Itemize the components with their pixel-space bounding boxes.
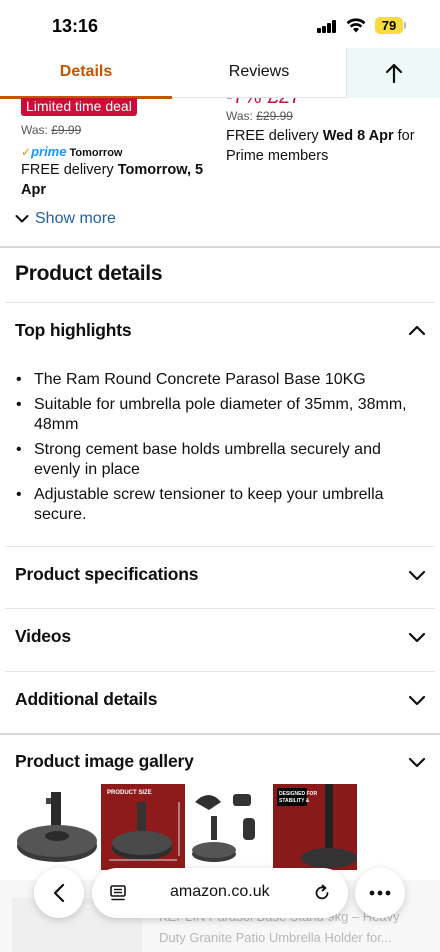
prime-badge: ✓prime Tomorrow — [21, 144, 123, 159]
gallery-thumbnail[interactable]: DESIGNED FOR STABILITY & — [273, 784, 357, 870]
chevron-down-icon — [408, 570, 426, 581]
wifi-icon — [346, 18, 366, 33]
highlight-item: Suitable for umbrella pole diameter of 3… — [15, 395, 415, 436]
more-dots-icon — [369, 890, 391, 896]
limited-deal-badge: Limited time deal — [21, 98, 137, 116]
deal-section: Limited time deal -7% £27 Was: £9.99 ✓pr… — [0, 98, 440, 246]
show-more-label: Show more — [35, 210, 116, 227]
highlights-list: The Ram Round Concrete Parasol Base 10KG… — [15, 370, 415, 530]
chevron-down-icon — [408, 757, 426, 768]
tab-details[interactable]: Details — [0, 48, 172, 99]
section-divider — [0, 733, 440, 735]
was-value: £9.99 — [51, 123, 82, 137]
tab-details-label: Details — [59, 63, 113, 80]
was-label: Was: — [21, 123, 48, 137]
section-divider — [0, 246, 440, 248]
gallery-thumbnail[interactable] — [15, 784, 99, 870]
delivery-right: FREE delivery Wed 8 Apr for Prime member… — [226, 126, 431, 166]
tab-reviews[interactable]: Reviews — [172, 48, 346, 98]
videos-heading: Videos — [15, 626, 71, 646]
battery-indicator: 79 — [375, 17, 403, 34]
delivery-date: Wed 8 Apr — [322, 128, 394, 144]
chevron-down-icon — [408, 632, 426, 643]
top-highlights-heading: Top highlights — [15, 320, 132, 340]
status-bar: 13:16 79 — [0, 0, 440, 50]
gallery-thumbnail[interactable] — [187, 784, 271, 870]
show-more-link[interactable]: Show more — [15, 210, 116, 228]
image-gallery-heading: Product image gallery — [15, 751, 194, 771]
gallery-thumb-label: DESIGNED FOR — [279, 791, 317, 797]
arrow-up-icon — [385, 63, 402, 84]
highlight-item: The Ram Round Concrete Parasol Base 10KG — [15, 370, 415, 391]
product-specifications-heading: Product specifications — [15, 564, 199, 584]
status-time: 13:16 — [52, 16, 99, 36]
chevron-left-icon — [53, 883, 65, 903]
prime-day: Tomorrow — [69, 147, 123, 159]
address-bar[interactable]: amazon.co.uk — [92, 868, 348, 918]
url-text: amazon.co.uk — [170, 883, 270, 900]
back-button[interactable] — [34, 868, 84, 918]
delivery-prefix: FREE delivery — [21, 162, 118, 178]
highlight-item: Adjustable screw tensioner to keep your … — [15, 485, 415, 526]
additional-details-heading: Additional details — [15, 689, 158, 709]
reload-icon[interactable] — [312, 883, 332, 903]
divider — [5, 671, 435, 672]
was-value: £29.99 — [256, 109, 293, 123]
tab-bar: Details Reviews — [0, 48, 440, 99]
was-price-left: Was: £9.99 — [21, 123, 81, 137]
highlight-item: Strong cement base holds umbrella secure… — [15, 440, 415, 481]
page-menu-icon[interactable] — [108, 883, 128, 903]
battery-tip — [404, 22, 406, 29]
prime-check-icon: ✓ — [21, 145, 32, 159]
chevron-down-icon — [15, 214, 29, 223]
was-label: Was: — [226, 109, 253, 123]
gallery-thumbnail[interactable]: PRODUCT SIZE — [101, 784, 185, 870]
product-details-title: Product details — [15, 262, 163, 285]
scroll-to-top-button[interactable] — [346, 48, 440, 98]
tab-reviews-label: Reviews — [228, 63, 290, 80]
more-options-button[interactable] — [355, 868, 405, 918]
image-gallery: PRODUCT SIZE DESIGNED FOR STABILITY & — [15, 784, 440, 870]
was-price-right: Was: £29.99 — [226, 109, 293, 123]
delivery-prefix: FREE delivery — [226, 128, 323, 144]
divider — [5, 546, 435, 547]
gallery-thumb-label: STABILITY & — [279, 798, 310, 804]
partial-price: -7% £27 — [226, 98, 301, 109]
delivery-left: FREE delivery Tomorrow, 5 Apr — [21, 160, 211, 200]
divider — [5, 608, 435, 609]
divider — [5, 302, 435, 303]
prime-logo: prime — [31, 144, 67, 159]
gallery-thumb-label: PRODUCT SIZE — [107, 790, 152, 796]
chevron-up-icon — [408, 325, 426, 336]
chevron-down-icon — [408, 695, 426, 706]
signal-icon — [317, 20, 337, 33]
